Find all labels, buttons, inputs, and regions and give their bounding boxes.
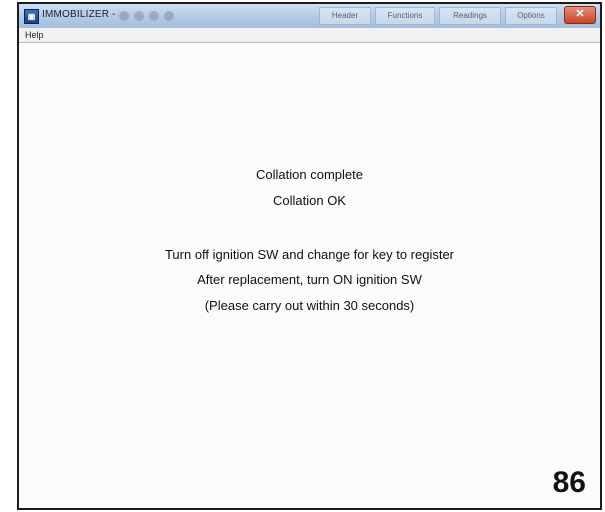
- message-collation-complete: Collation complete: [256, 167, 363, 182]
- app-icon[interactable]: ▣: [24, 9, 39, 24]
- ribbon-tab-readings[interactable]: Readings: [439, 7, 501, 25]
- message-time-limit: (Please carry out within 30 seconds): [204, 298, 415, 313]
- ribbon-tab-header[interactable]: Header: [319, 7, 371, 25]
- message-area: Collation complete Collation OK Turn off…: [19, 43, 600, 508]
- ribbon-tab-options[interactable]: Options: [505, 7, 557, 25]
- quick-access-print-icon[interactable]: [164, 11, 174, 21]
- menu-help[interactable]: Help: [25, 28, 44, 42]
- page-number: 86: [552, 466, 586, 499]
- message-collation-ok: Collation OK: [273, 193, 346, 208]
- close-button[interactable]: ✕: [564, 6, 596, 24]
- quick-access-undo-icon[interactable]: [134, 11, 144, 21]
- message-turn-off-ignition: Turn off ignition SW and change for key …: [164, 247, 455, 262]
- menu-bar: Help: [19, 28, 600, 43]
- window-title: IMMOBILIZER -: [42, 9, 116, 20]
- message-after-replacement: After replacement, turn ON ignition SW: [197, 272, 422, 287]
- ribbon-tab-functions[interactable]: Functions: [375, 7, 435, 25]
- title-bar[interactable]: ▣ IMMOBILIZER - Header Functions Reading…: [19, 4, 600, 29]
- quick-access-redo-icon[interactable]: [149, 11, 159, 21]
- application-window: ▣ IMMOBILIZER - Header Functions Reading…: [17, 2, 602, 510]
- quick-access-save-icon[interactable]: [119, 11, 129, 21]
